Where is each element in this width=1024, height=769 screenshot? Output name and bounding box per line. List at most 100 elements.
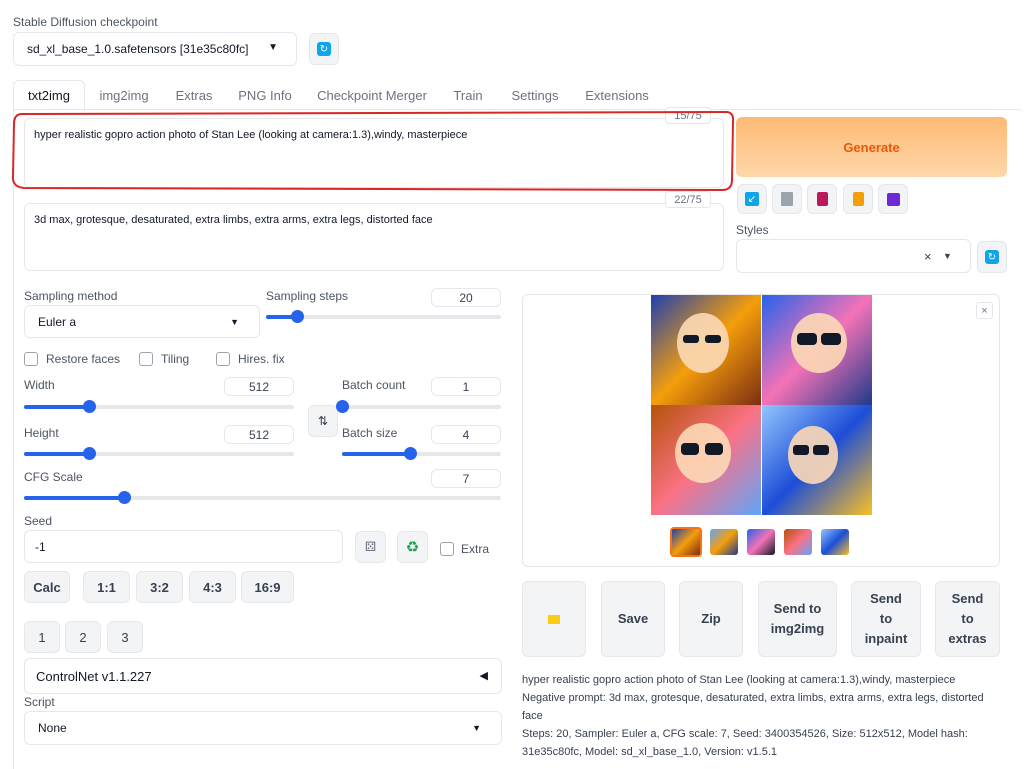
thumbnail-3[interactable] [747,529,775,555]
read-params-button[interactable]: ↙ [737,184,767,214]
clear-prompt-button[interactable] [772,184,802,214]
open-folder-button[interactable] [522,581,586,657]
seed-label: Seed [24,514,53,528]
script-select[interactable]: None ▼ [24,711,502,745]
slider-thumb[interactable] [336,400,349,413]
batch-count-slider[interactable] [336,400,501,413]
apply-style-button[interactable] [843,184,873,214]
tab-png-info[interactable]: PNG Info [228,80,302,110]
hires-fix-checkbox[interactable]: Hires. fix [216,352,285,366]
hires-fix-label: Hires. fix [238,352,285,366]
slider-fill [342,452,411,456]
random-seed-button[interactable]: ⚄ [355,531,386,563]
info-negative-prompt: Negative prompt: 3d max, grotesque, desa… [522,692,984,722]
zip-button[interactable]: Zip [679,581,743,657]
thumbnail-2[interactable] [710,529,738,555]
tab-train[interactable]: Train [444,80,492,110]
seed-input[interactable]: -1 [24,530,343,563]
width-label: Width [24,378,55,392]
generated-image-grid[interactable] [651,295,872,515]
checkbox-box [139,352,153,366]
send-inpaint-line-1: Send [870,591,902,606]
send-inpaint-line-2: to [879,611,893,626]
extra-networks-button[interactable] [807,184,837,214]
chevron-down-icon: ▼ [230,317,239,327]
preset-1-button[interactable]: 1 [24,621,60,653]
trash-icon [781,192,793,206]
tab-extensions[interactable]: Extensions [578,80,656,110]
info-params-line-1: Steps: 20, Sampler: Euler a, CFG scale: … [522,728,968,740]
generate-button[interactable]: Generate [736,117,1007,177]
negative-token-counter: 22/75 [665,191,711,208]
close-icon[interactable]: × [924,249,932,264]
ratio-16-9-button[interactable]: 16:9 [241,571,294,603]
swap-dimensions-button[interactable]: ⇅ [308,405,338,437]
reuse-seed-button[interactable]: ♻ [397,531,428,563]
tab-img2img[interactable]: img2img [86,80,162,110]
preset-3-button[interactable]: 3 [107,621,143,653]
restore-faces-label: Restore faces [46,352,121,366]
negative-prompt-textarea[interactable]: 3d max, grotesque, desaturated, extra li… [24,203,724,271]
slider-fill [24,452,89,456]
send-to-img2img-button[interactable]: Send to img2img [758,581,837,657]
tab-checkpoint-merger[interactable]: Checkpoint Merger [306,80,438,110]
tiling-label: Tiling [161,352,190,366]
checkpoint-select[interactable]: sd_xl_base_1.0.safetensors [31e35c80fc] … [13,32,297,66]
floppy-icon [886,192,900,206]
swap-icon: ⇅ [317,414,329,428]
ratio-4-3-button[interactable]: 4:3 [189,571,236,603]
styles-label: Styles [736,223,769,237]
send-to-extras-button[interactable]: Send to extras [935,581,1000,657]
extra-label: Extra [461,542,490,556]
ratio-3-2-button[interactable]: 3:2 [136,571,183,603]
folder-icon [548,614,560,624]
batch-count-input[interactable]: 1 [431,377,501,396]
height-input[interactable]: 512 [224,425,294,444]
arrow-icon: ↙ [745,192,759,206]
preset-2-button[interactable]: 2 [65,621,101,653]
slider-thumb[interactable] [290,310,304,323]
tiling-checkbox[interactable]: Tiling [139,352,189,366]
chevron-down-icon: ▼ [943,251,952,261]
sampling-method-select[interactable]: Euler a ▼ [24,305,260,338]
thumbnail-4[interactable] [784,529,812,555]
thumbnail-1[interactable] [670,527,702,557]
sampling-method-value: Euler a [38,314,77,329]
send-to-inpaint-button[interactable]: Send to inpaint [851,581,921,657]
ratio-1-1-button[interactable]: 1:1 [83,571,130,603]
send-inpaint-line-3: inpaint [864,631,908,646]
refresh-styles-button[interactable]: ↻ [977,241,1007,273]
tab-settings[interactable]: Settings [498,80,572,110]
tab-extras[interactable]: Extras [164,80,224,110]
refresh-checkpoint-button[interactable]: ↻ [309,33,339,65]
slider-thumb[interactable] [82,400,96,413]
save-style-button[interactable] [878,184,908,214]
cfg-scale-label: CFG Scale [24,470,83,484]
generation-info: hyper realistic gopro action photo of St… [522,671,1000,761]
close-icon[interactable]: × [976,302,993,319]
controlnet-label: ControlNet v1.1.227 [36,668,152,684]
tab-txt2img[interactable]: txt2img [13,80,85,110]
batch-size-input[interactable]: 4 [431,425,501,444]
slider-thumb[interactable] [82,447,96,460]
width-slider[interactable] [24,400,294,413]
restore-faces-checkbox[interactable]: Restore faces [24,352,120,366]
refresh-icon: ↻ [317,42,331,56]
height-slider[interactable] [24,447,294,460]
styles-select[interactable]: × ▼ [736,239,971,273]
cfg-scale-input[interactable]: 7 [431,469,501,488]
batch-size-slider[interactable] [342,447,501,460]
sampling-steps-input[interactable]: 20 [431,288,501,307]
checkbox-box [24,352,38,366]
send-extras-line-1: Send [951,591,984,606]
calc-button[interactable]: Calc [24,571,70,603]
thumbnail-5[interactable] [821,529,849,555]
extra-seed-checkbox[interactable]: Extra [440,542,489,556]
sampling-steps-slider[interactable] [266,310,501,323]
save-button[interactable]: Save [601,581,665,657]
cfg-scale-slider[interactable] [24,491,501,504]
width-input[interactable]: 512 [224,377,294,396]
controlnet-accordion[interactable]: ControlNet v1.1.227 ◀ [24,658,502,694]
height-label: Height [24,426,59,440]
script-label: Script [24,695,55,709]
